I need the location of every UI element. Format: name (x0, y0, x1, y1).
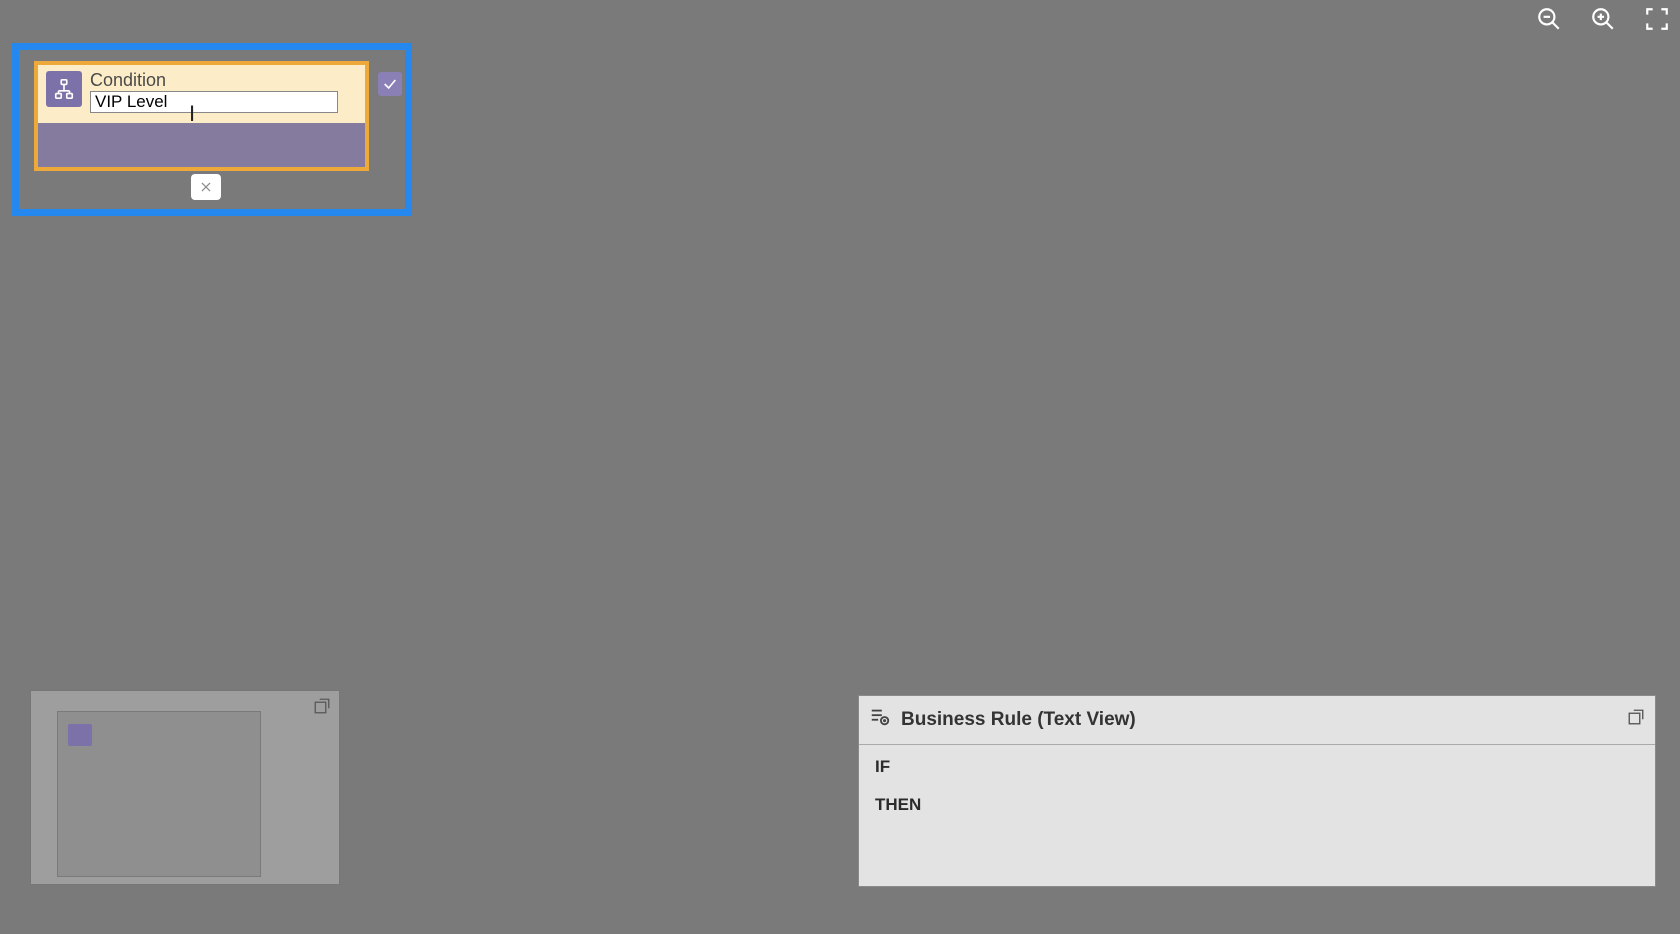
hierarchy-icon (53, 78, 75, 100)
condition-label: Condition (90, 71, 357, 89)
condition-false-branch-button[interactable] (191, 174, 221, 200)
canvas-toolbar (1536, 6, 1670, 37)
close-icon (199, 180, 213, 194)
minimap-popout-button[interactable] (313, 697, 331, 720)
zoom-in-icon (1590, 6, 1616, 32)
rule-then-keyword: THEN (875, 795, 1639, 815)
check-icon (382, 76, 398, 92)
text-view-header: Business Rule (Text View) (859, 696, 1655, 745)
zoom-out-icon (1536, 6, 1562, 32)
text-view-popout-button[interactable] (1627, 708, 1645, 732)
rule-if-keyword: IF (875, 757, 1639, 777)
fit-icon (1644, 6, 1670, 32)
condition-confirm-button[interactable] (378, 72, 402, 96)
minimap-node (68, 724, 92, 746)
condition-body (38, 123, 365, 167)
popout-icon (313, 697, 331, 715)
text-view-body: IF THEN (859, 745, 1655, 886)
zoom-out-button[interactable] (1536, 6, 1562, 37)
condition-card[interactable]: Condition (34, 61, 369, 171)
business-rule-text-view-panel: Business Rule (Text View) IF THEN (858, 695, 1656, 887)
text-view-title: Business Rule (Text View) (901, 709, 1136, 731)
list-settings-icon (869, 706, 891, 734)
minimap-panel[interactable] (30, 690, 340, 885)
fit-to-screen-button[interactable] (1644, 6, 1670, 37)
condition-icon-box (46, 71, 82, 107)
minimap-viewport[interactable] (57, 711, 261, 877)
condition-header: Condition (38, 65, 365, 119)
condition-title-col: Condition (90, 71, 357, 113)
condition-selection-frame[interactable]: Condition (12, 43, 412, 216)
popout-icon (1627, 708, 1645, 726)
condition-name-input[interactable] (90, 91, 338, 113)
zoom-in-button[interactable] (1590, 6, 1616, 37)
